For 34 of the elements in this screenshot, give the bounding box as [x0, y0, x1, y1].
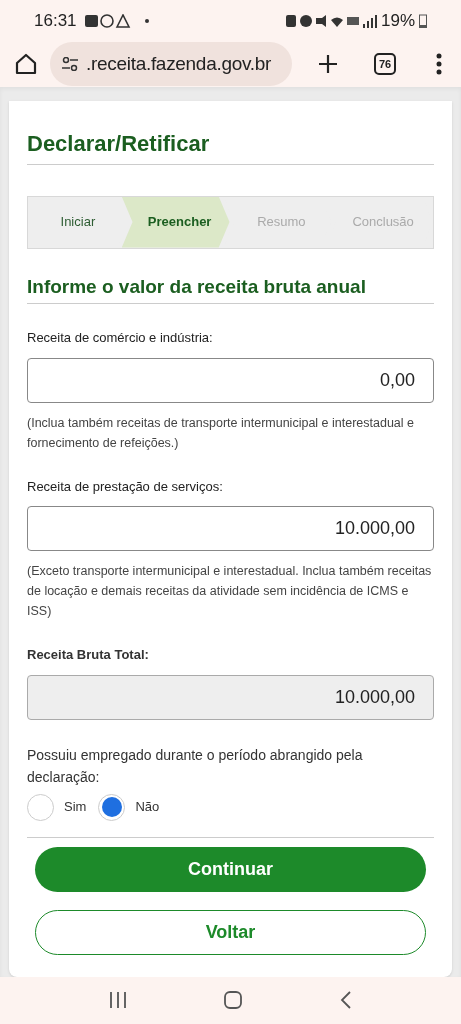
url-text: .receita.fazenda.gov.br: [86, 52, 271, 77]
tab-count-button[interactable]: 76: [374, 53, 396, 76]
radio-button[interactable]: [27, 793, 54, 821]
battery-icon: [419, 14, 427, 29]
status-time: 16:31: [34, 10, 77, 33]
page-title: Declarar/Retificar: [27, 126, 434, 165]
signal-icon: [362, 14, 377, 28]
amount-field[interactable]: 0,00: [27, 357, 434, 403]
radio-label: Não: [135, 798, 160, 817]
amount-field: 10.000,00: [27, 674, 434, 720]
home-nav-icon[interactable]: [224, 991, 243, 1010]
mute-icon: [315, 15, 327, 28]
section-title: Informe o valor da receita bruta anual: [27, 272, 434, 304]
recent-apps-icon[interactable]: [108, 992, 127, 1009]
home-icon[interactable]: [14, 52, 38, 77]
amount-field[interactable]: 10.000,00: [27, 506, 434, 551]
field-label: Receita de comércio e indústria:: [27, 329, 214, 347]
field-label: Receita de prestação de serviços:: [27, 477, 224, 496]
plus-icon[interactable]: [318, 54, 338, 75]
more-icon[interactable]: [436, 53, 442, 76]
site-settings-icon[interactable]: [62, 57, 78, 72]
back-button[interactable]: Voltar: [35, 909, 426, 955]
field-label: Receita Bruta Total:: [27, 646, 150, 664]
continue-button[interactable]: Continuar: [35, 846, 426, 892]
wizard-step: Preencher: [121, 196, 230, 248]
battery-percent: 19%: [380, 10, 415, 33]
question-text: Possuiu empregado durante o período abrangido pela declaração:: [27, 745, 364, 787]
radio-label: Sim: [64, 798, 87, 817]
wifi-icon: [330, 15, 343, 28]
field-hint: (Inclua também receitas de transporte intermunicipal e interestadual e fornecimento de refeições.): [27, 414, 415, 452]
back-nav-icon[interactable]: [340, 991, 353, 1010]
radio-button[interactable]: [98, 793, 126, 821]
address-bar[interactable]: .receita.fazenda.gov.br: [50, 42, 292, 87]
field-hint: (Exceto transporte intermunicipal e interestadual. Inclua também receitas de locação e demais receitas da atividade sem incidência de ICMS e ISS): [27, 563, 433, 620]
